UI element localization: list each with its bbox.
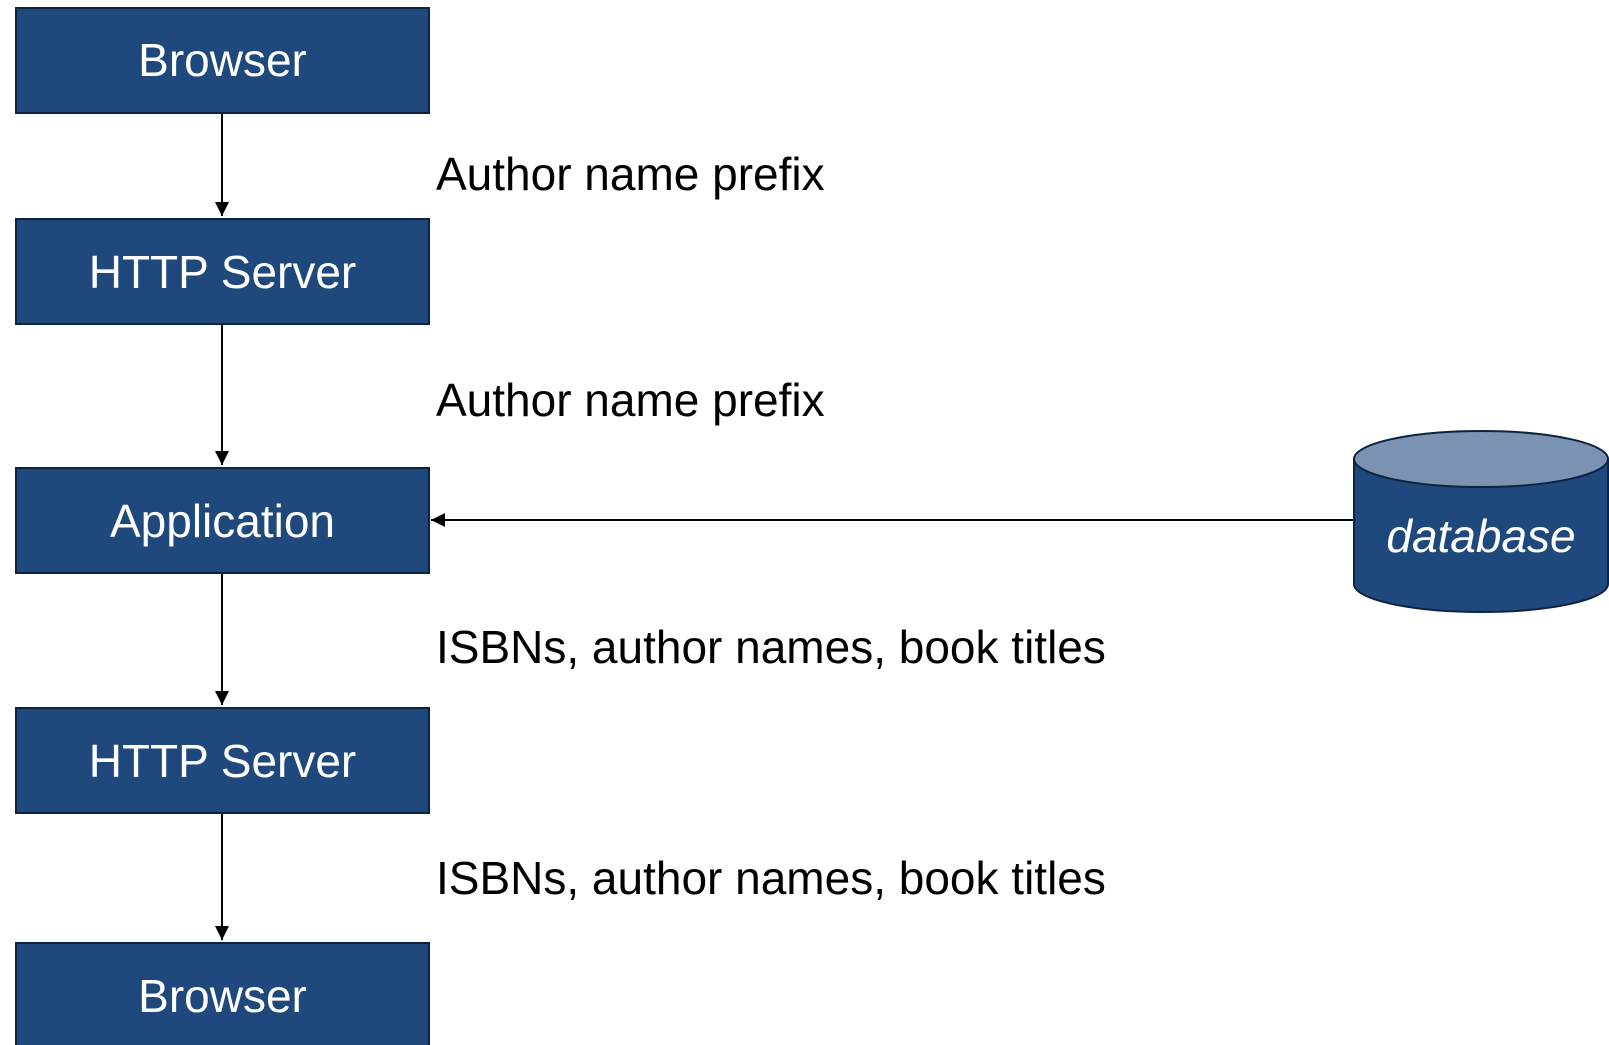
database-top <box>1353 430 1609 488</box>
node-label: HTTP Server <box>89 246 357 298</box>
edge-label-response-2: ISBNs, author names, book titles <box>436 852 1106 904</box>
node-http-server-1: HTTP Server <box>15 218 430 325</box>
node-browser-top: Browser <box>15 7 430 114</box>
database-cylinder: database <box>1353 430 1609 613</box>
node-application: Application <box>15 467 430 574</box>
node-label: Browser <box>138 34 307 86</box>
request-flow-diagram: Author name prefix Author name prefix IS… <box>15 7 1609 1045</box>
database-label: database <box>1386 510 1575 562</box>
edge-label-request-2: Author name prefix <box>436 374 825 426</box>
node-browser-bottom: Browser <box>15 942 430 1045</box>
node-label: Application <box>110 495 335 547</box>
edge-label-response-1: ISBNs, author names, book titles <box>436 621 1106 673</box>
edge-label-request-1: Author name prefix <box>436 148 825 200</box>
node-label: Browser <box>138 970 307 1022</box>
node-http-server-2: HTTP Server <box>15 707 430 814</box>
node-label: HTTP Server <box>89 735 357 787</box>
